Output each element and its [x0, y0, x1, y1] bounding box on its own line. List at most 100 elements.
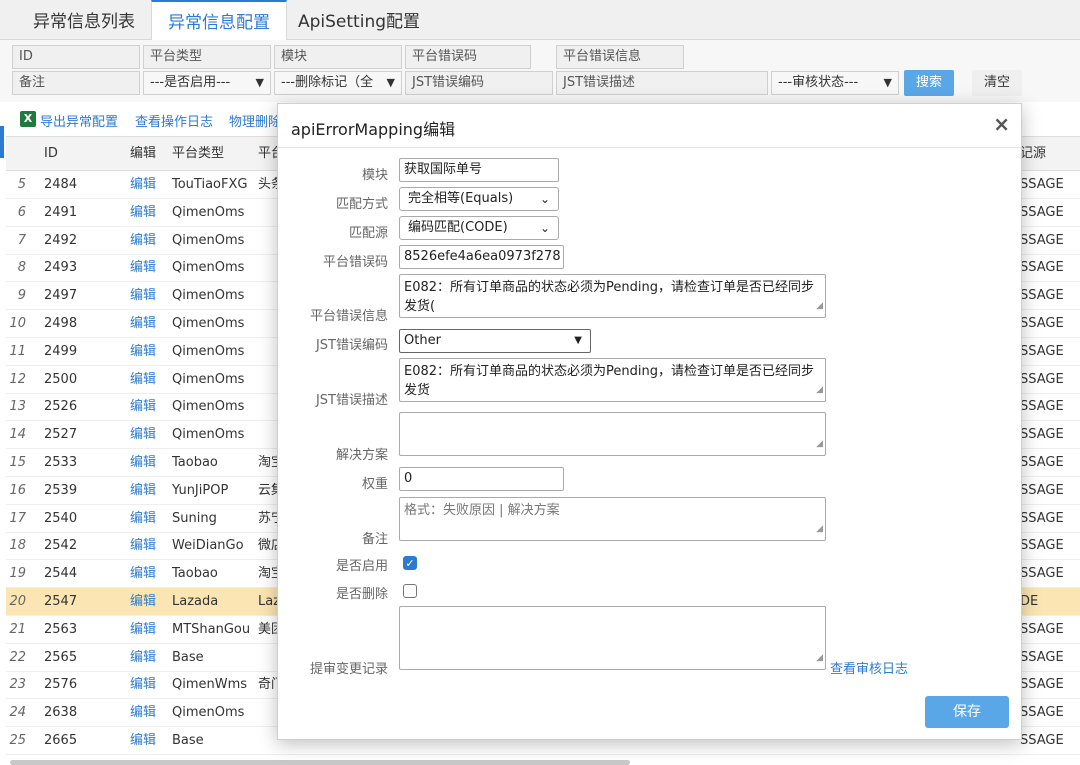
solution-textarea[interactable]: ◢ [399, 412, 826, 456]
platform-msg-textarea[interactable]: E082：所有订单商品的状态必须为Pending，请检查订单是否已经同步发货(◢ [399, 274, 826, 318]
edit-link[interactable]: 编辑 [130, 727, 156, 755]
label-module: 模块 [361, 168, 388, 183]
edit-link[interactable]: 编辑 [130, 199, 156, 227]
weight-input[interactable]: 0 [399, 467, 564, 491]
cell-platform-type: TouTiaoFXG [172, 177, 248, 192]
edit-link[interactable]: 编辑 [130, 588, 156, 616]
match-mode-select[interactable]: 完全相等(Equals) ⌄ [399, 187, 559, 211]
row-number: 12 [9, 371, 26, 387]
row-number: 20 [9, 594, 26, 609]
resize-grip-icon[interactable]: ◢ [816, 520, 823, 539]
chevron-down-icon: ▼ [883, 76, 892, 89]
cell-platform-type: QimenOms [172, 427, 245, 443]
label-solution: 解决方案 [335, 448, 388, 463]
remark-textarea[interactable]: 格式：失败原因 | 解决方案 ◢ [399, 497, 826, 541]
edit-link[interactable]: 编辑 [130, 310, 156, 338]
cell-id: 2491 [44, 204, 78, 220]
cell-platform-type: QimenOms [172, 288, 245, 304]
row-number: 17 [9, 510, 26, 526]
col-id[interactable]: ID [44, 137, 58, 171]
jst-desc-textarea[interactable]: E082：所有订单商品的状态必须为Pending，请检查订单是否已经同步发货 ◢ [399, 358, 826, 402]
view-audit-log-link[interactable]: 查看审核日志 [830, 658, 908, 677]
tab-error-list[interactable]: 异常信息列表 [17, 0, 151, 40]
enabled-checkbox[interactable]: ✓ [403, 556, 417, 570]
row-number: 25 [9, 733, 26, 748]
resize-grip-icon[interactable]: ◢ [816, 297, 823, 316]
filter-platform-type-input[interactable]: 平台类型 [143, 45, 271, 69]
cell-source: SSAGE [1020, 649, 1064, 665]
filter-audit-select[interactable]: ---审核状态--- ▼ [771, 71, 899, 95]
edit-link[interactable]: 编辑 [130, 644, 156, 672]
close-icon[interactable]: × [993, 112, 1010, 136]
tab-error-config[interactable]: 异常信息配置 [151, 0, 287, 41]
row-number: 5 [17, 177, 26, 192]
filter-module-input[interactable]: 模块 [274, 45, 402, 69]
row-number: 8 [17, 260, 26, 276]
clear-button[interactable]: 清空 [972, 70, 1022, 96]
chevron-down-icon: ⌄ [539, 221, 550, 235]
filter-platform-code-input[interactable]: 平台错误码 [405, 45, 531, 69]
jst-code-select[interactable]: Other ▼ [399, 329, 591, 353]
save-button[interactable]: 保存 [925, 696, 1009, 728]
module-input[interactable]: 获取国际单号 [399, 158, 559, 182]
row-number: 9 [17, 288, 26, 304]
cell-platform-type: QimenWms [172, 677, 248, 693]
edit-link[interactable]: 编辑 [130, 449, 156, 477]
label-platform-code: 平台错误码 [322, 255, 388, 270]
cell-source: SSAGE [1020, 177, 1064, 192]
col-source[interactable]: 记源 [1020, 137, 1046, 171]
cell-platform-type: Base [172, 733, 204, 748]
cell-id: 2498 [44, 316, 78, 331]
audit-record-textarea[interactable]: ◢ [399, 606, 826, 670]
platform-code-input[interactable]: 8526efe4a6ea0973f278 [399, 245, 564, 269]
horizontal-scrollbar[interactable] [10, 760, 630, 765]
cell-id: 2563 [44, 621, 78, 637]
filter-jst-desc-input[interactable]: JST错误描述 [556, 71, 768, 95]
edit-link[interactable]: 编辑 [130, 671, 156, 699]
cell-source: DE [1020, 594, 1039, 609]
edit-link[interactable]: 编辑 [130, 282, 156, 310]
match-source-select[interactable]: 编码匹配(CODE) ⌄ [399, 216, 559, 240]
cell-id: 2499 [44, 343, 78, 359]
edit-link[interactable]: 编辑 [130, 505, 156, 533]
cell-source: SSAGE [1020, 510, 1064, 526]
col-platform-type[interactable]: 平台类型 [172, 137, 224, 171]
resize-grip-icon[interactable]: ◢ [816, 649, 823, 668]
edit-link[interactable]: 编辑 [130, 421, 156, 449]
cell-id: 2484 [44, 177, 78, 192]
edit-link[interactable]: 编辑 [130, 699, 156, 727]
edit-link[interactable]: 编辑 [130, 532, 156, 560]
resize-grip-icon[interactable]: ◢ [816, 381, 823, 400]
label-jst-code: JST错误编码 [315, 338, 388, 353]
filter-jst-code-input[interactable]: JST错误编码 [405, 71, 553, 95]
edit-link[interactable]: 编辑 [130, 366, 156, 394]
cell-platform-type: WeiDianGo [172, 538, 244, 554]
filter-deleted-select[interactable]: ---删除标记（全 ▼ [274, 71, 402, 95]
edit-link[interactable]: 编辑 [130, 616, 156, 644]
resize-grip-icon[interactable]: ◢ [816, 435, 823, 454]
tab-apisetting-config[interactable]: ApiSetting配置 [282, 0, 436, 40]
edit-link[interactable]: 编辑 [130, 560, 156, 588]
edit-link[interactable]: 编辑 [130, 338, 156, 366]
triangle-down-icon: ▼ [574, 335, 582, 346]
edit-link[interactable]: 编辑 [130, 227, 156, 255]
filter-enabled-select[interactable]: ---是否启用--- ▼ [143, 71, 271, 95]
cell-id: 2665 [44, 733, 78, 748]
cell-id: 2527 [44, 427, 78, 443]
export-config-link[interactable]: 导出异常配置 [40, 111, 118, 130]
cell-platform-type: Base [172, 649, 204, 665]
filter-platform-msg-input[interactable]: 平台错误信息 [556, 45, 684, 69]
edit-link[interactable]: 编辑 [130, 393, 156, 421]
view-log-link[interactable]: 查看操作日志 [135, 111, 213, 130]
search-button[interactable]: 搜索 [904, 70, 954, 96]
cell-platform-type: QimenOms [172, 343, 245, 359]
deleted-checkbox[interactable] [403, 584, 417, 598]
edit-link[interactable]: 编辑 [130, 171, 156, 199]
filter-remark-input[interactable]: 备注 [12, 71, 140, 95]
filter-id-input[interactable]: ID [12, 45, 140, 69]
cell-source: SSAGE [1020, 705, 1064, 721]
physical-delete-link[interactable]: 物理删除 [229, 111, 281, 130]
edit-link[interactable]: 编辑 [130, 477, 156, 505]
edit-link[interactable]: 编辑 [130, 254, 156, 282]
cell-platform-type: QimenOms [172, 232, 245, 248]
